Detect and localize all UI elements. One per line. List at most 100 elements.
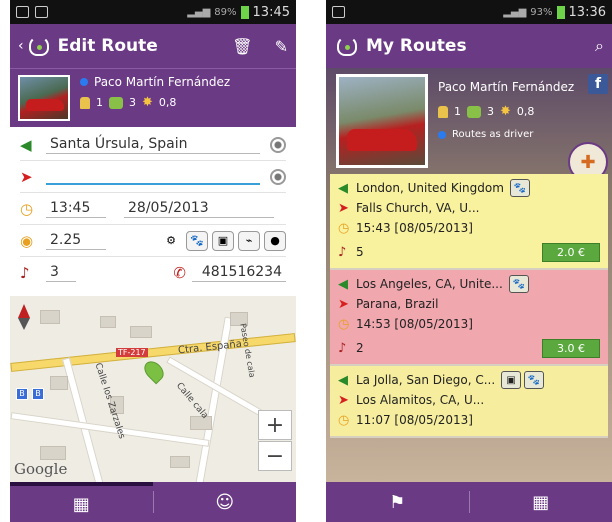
route-seats: 2 (356, 341, 364, 355)
calendar-tab[interactable]: ▦ (470, 482, 612, 522)
signal-icon: ▂▄▆ (503, 6, 527, 18)
clock-icon: ◷ (338, 220, 350, 236)
star-icon: ✸ (142, 95, 153, 110)
user-name: Paco Martín Fernández (94, 75, 231, 89)
food-option-icon[interactable]: ● (264, 230, 286, 251)
route-time: 14:53 [08/05/2013] (356, 317, 473, 331)
image-icon (332, 6, 345, 18)
rating-value: 0,8 (158, 96, 177, 109)
driver-icon (438, 105, 448, 118)
route-card[interactable]: ◀ London, United Kingdom 🐾 ➤ Falls Church,… (330, 174, 608, 270)
route-to: Falls Church, VA, U... (356, 201, 480, 215)
back-arrow-icon[interactable]: ‹ (18, 38, 24, 54)
route-to: Los Alamitos, CA, U... (356, 393, 485, 407)
edit-pencil-icon[interactable]: ✎ (275, 37, 288, 56)
search-icon[interactable]: ⌕ (595, 36, 604, 56)
passengers-tab[interactable]: ☺ (154, 482, 297, 522)
battery-percent: 89% (214, 6, 237, 18)
route-form: ◀ Santa Úrsula, Spain ➤ ◷ 13:45 28/05/20… (10, 127, 296, 291)
rating-value: 0,8 (516, 105, 535, 118)
building (40, 446, 66, 460)
star-icon: ✸ (500, 104, 511, 119)
route-time: 11:07 [08/05/2013] (356, 413, 473, 427)
date-field[interactable]: 28/05/2013 (124, 200, 274, 218)
smoking-option-icon[interactable]: ⌁ (238, 230, 260, 251)
groups-count: 3 (129, 96, 136, 109)
user-profile: Paco Martín Fernández 1 3 ✸ 0,8 Routes as… (326, 68, 612, 182)
pets-option-icon[interactable]: 🐾 (186, 230, 208, 251)
zoom-in-button[interactable]: + (258, 410, 292, 440)
action-bar: ‹ Edit Route 🗑 ✎ (10, 24, 296, 68)
compass-icon[interactable] (18, 304, 30, 330)
coins-icon: ◉ (20, 231, 34, 250)
groups-count: 3 (487, 105, 494, 118)
bus-stop-icon[interactable]: B (16, 388, 28, 400)
whatsapp-icon (16, 6, 29, 18)
clock-icon: ◷ (338, 316, 350, 332)
route-time: 15:43 [08/05/2013] (356, 221, 473, 235)
calendar-list-tab[interactable]: ▦ (10, 482, 153, 522)
locate-destination-icon[interactable] (270, 168, 286, 185)
page-title: My Routes (366, 36, 467, 56)
destination-input[interactable] (46, 169, 260, 185)
origin-input[interactable]: Santa Úrsula, Spain (46, 136, 260, 154)
street-label: Paseo de cala (238, 322, 257, 379)
building (50, 376, 68, 390)
status-bar: ▂▄▆ 89% 13:45 (10, 0, 296, 24)
calendar-icon: ▦ (532, 491, 550, 513)
locate-origin-icon[interactable] (270, 136, 286, 153)
map-icon: ✚ (580, 151, 596, 173)
luggage-badge-icon: ▣ (501, 371, 522, 389)
clock-icon: ◷ (338, 412, 350, 428)
drivers-count: 1 (96, 96, 103, 109)
battery-percent: 93% (530, 6, 553, 18)
route-card[interactable]: ◀ La Jolla, San Diego, C... ▣ 🐾 ➤ Los Alami… (330, 366, 608, 438)
destination-arrow-icon: ➤ (20, 167, 33, 186)
destination-arrow-icon: ➤ (338, 200, 349, 216)
route-from: London, United Kingdom (356, 181, 504, 195)
phone-field[interactable]: 481516234 (192, 264, 286, 282)
seats-field[interactable]: 3 (46, 264, 76, 282)
origin-arrow-icon: ◀ (338, 180, 348, 196)
group-icon (109, 96, 123, 109)
delete-trash-icon[interactable]: 🗑 (232, 37, 252, 56)
route-price: 3.0 € (542, 338, 600, 358)
route-card[interactable]: ◀ Los Angeles, CA, Unite... 🐾 ➤ Parana, Br… (330, 270, 608, 366)
facebook-icon[interactable]: f (588, 74, 608, 94)
status-dot-icon (438, 130, 446, 139)
seat-icon: ♪ (338, 340, 347, 356)
zoom-out-button[interactable]: − (258, 441, 292, 471)
map-signpost-icon: ⚑ (389, 491, 406, 513)
status-dot-icon (80, 78, 88, 86)
luggage-option-icon[interactable]: ▣ (212, 230, 234, 251)
map-view[interactable]: TF-217 Ctra. España Calle los Zarzales C… (10, 296, 296, 482)
seat-icon: ♪ (20, 264, 30, 282)
building (40, 310, 60, 324)
routes-background: Paco Martín Fernández 1 3 ✸ 0,8 Routes as… (326, 68, 612, 482)
building (130, 326, 152, 338)
action-bar: My Routes ⌕ (326, 24, 612, 68)
phone-icon: ✆ (173, 264, 186, 282)
location-pin-icon[interactable] (140, 357, 168, 385)
settings-gear-icon[interactable]: ⚙ (160, 231, 182, 251)
time-field[interactable]: 13:45 (46, 200, 106, 218)
app-logo-icon[interactable] (334, 33, 360, 59)
building (100, 316, 116, 328)
bottom-nav: ⚑ ▦ (326, 482, 612, 522)
status-bar: ▂▄▆ 93% 13:36 (326, 0, 612, 24)
price-field[interactable]: 2.25 (46, 232, 106, 250)
signal-icon: ▂▄▆ (187, 6, 211, 18)
clock-icon: ◷ (20, 199, 34, 218)
routes-map-tab[interactable]: ⚑ (326, 482, 469, 522)
destination-arrow-icon: ➤ (338, 296, 349, 312)
route-from: La Jolla, San Diego, C... (356, 373, 496, 387)
page-title: Edit Route (57, 36, 158, 56)
app-logo-icon[interactable] (26, 33, 52, 59)
route-seats: 5 (356, 245, 364, 259)
pets-badge-icon: 🐾 (509, 179, 530, 197)
road-label: Ctra. España (177, 338, 243, 357)
bus-stop-icon[interactable]: B (32, 388, 44, 400)
group-icon (467, 105, 481, 118)
origin-arrow-icon: ◀ (338, 372, 348, 388)
battery-icon (240, 5, 249, 19)
